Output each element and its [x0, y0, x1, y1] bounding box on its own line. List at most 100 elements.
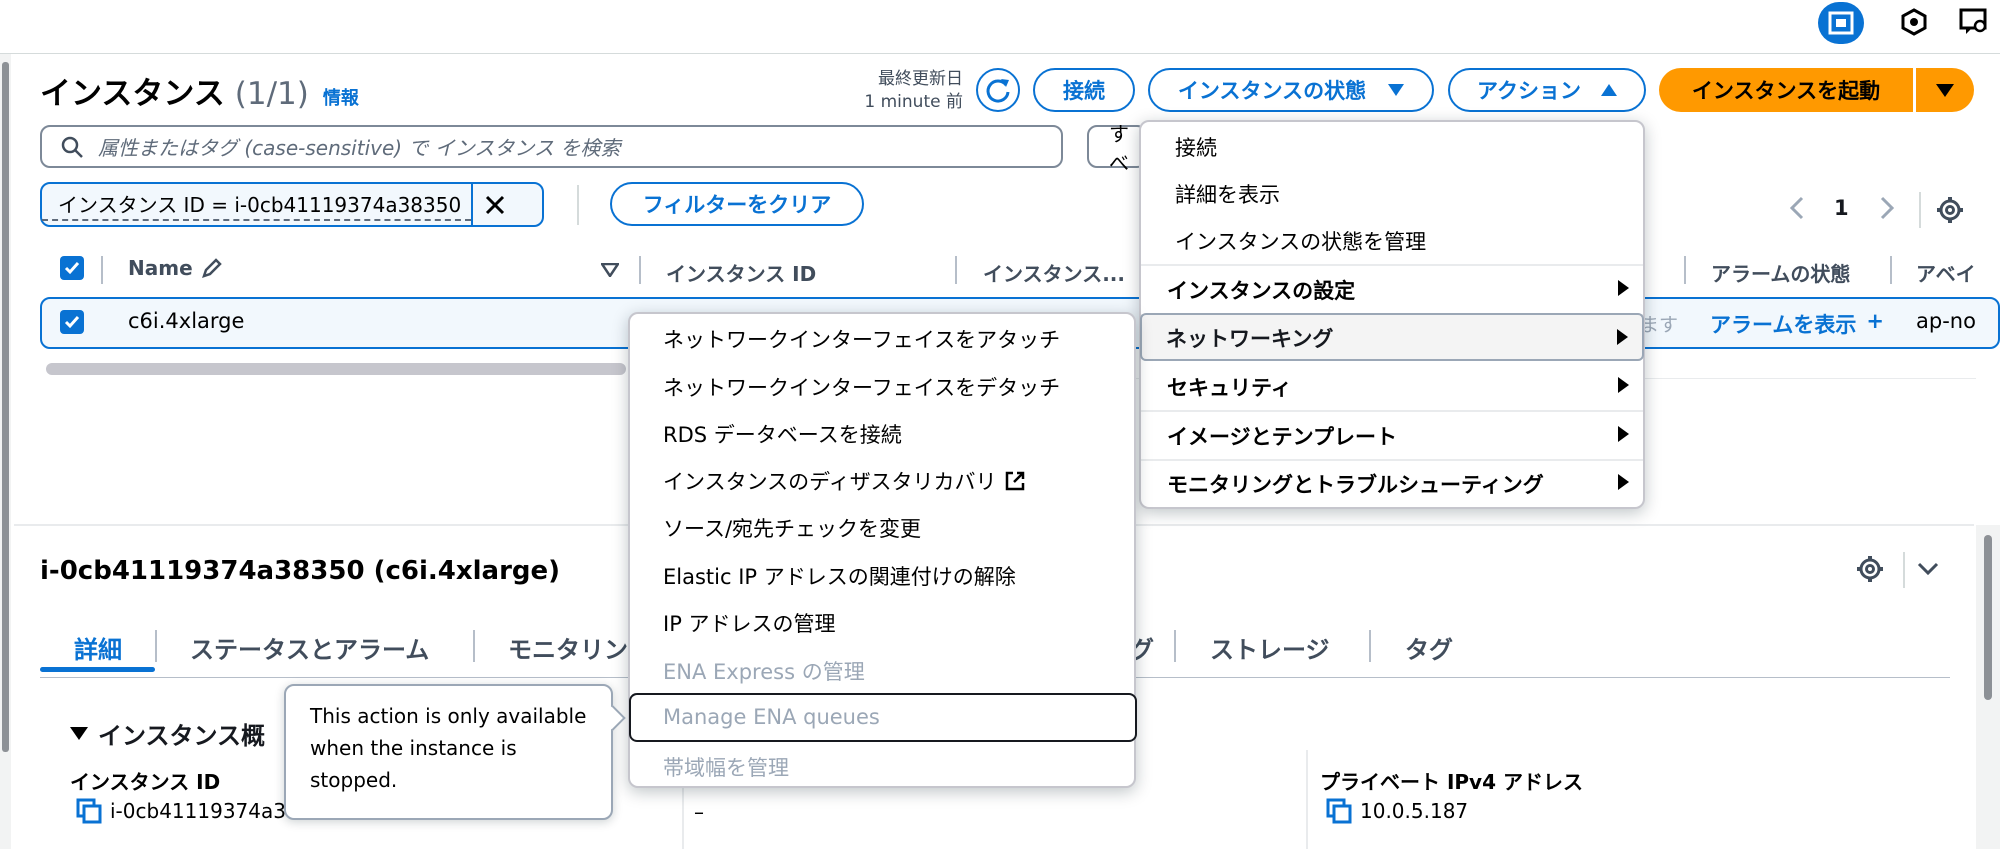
actions-menu: 接続 詳細を表示 インスタンスの状態を管理 インスタンスの設定 ネットワーキング… — [1139, 120, 1645, 509]
info-link[interactable]: 情報 — [323, 84, 359, 110]
last-updated-value: 1 minute 前 — [864, 92, 963, 112]
menu-item-label: インスタンスのディザスタリカバリ — [663, 470, 997, 494]
private-ip-value: 10.0.5.187 — [1326, 798, 1468, 824]
submenu-arrow-icon — [1618, 426, 1629, 442]
private-ip-text: 10.0.5.187 — [1360, 799, 1469, 823]
menu-item-connect-rds[interactable]: RDS データベースを接続 — [630, 419, 1134, 449]
tab-tags[interactable]: タグ — [1405, 630, 1453, 665]
empty-value-dash: – — [694, 800, 704, 824]
menu-item-manage-ip[interactable]: IP アドレスの管理 — [630, 608, 1134, 638]
instance-count: (1/1) — [234, 76, 309, 112]
instance-id-text: i-0cb41119374a3 — [110, 799, 286, 823]
actions-button[interactable]: アクション — [1448, 68, 1646, 112]
tab-details[interactable]: 詳細 — [74, 630, 122, 665]
instance-id-label: インスタンス ID — [70, 770, 221, 794]
caret-down-icon — [70, 726, 88, 740]
launch-instances-button[interactable]: インスタンスを起動 — [1659, 68, 1913, 112]
divider — [1919, 192, 1921, 228]
horizontal-scrollbar[interactable] — [46, 363, 626, 375]
menu-item-label: ネットワーキング — [1166, 327, 1334, 351]
menu-item-connect[interactable]: 接続 — [1141, 132, 1643, 162]
remove-filter-button[interactable] — [471, 184, 516, 225]
caret-down-icon — [1388, 84, 1405, 96]
menu-item-instance-settings[interactable]: インスタンスの設定 — [1141, 275, 1643, 305]
search-input[interactable]: 属性またはタグ (case-sensitive) で インスタンス を検索 — [40, 125, 1063, 168]
connect-button[interactable]: 接続 — [1033, 68, 1135, 112]
instance-state-button[interactable]: インスタンスの状態 — [1148, 68, 1434, 112]
check-icon — [64, 316, 80, 329]
menu-item-label: セキュリティ — [1167, 376, 1292, 400]
copy-icon[interactable] — [1326, 798, 1352, 824]
last-updated: 最終更新日 1 minute 前 — [820, 68, 963, 114]
prev-page-icon[interactable] — [1789, 196, 1804, 224]
column-name[interactable]: Name — [128, 256, 223, 280]
tooltip-text: This action is only available when the i… — [310, 704, 587, 792]
private-ip-label: プライベート IPv4 アドレス — [1320, 770, 1583, 794]
tab-separator — [1174, 630, 1176, 662]
search-icon — [61, 136, 83, 158]
tab-separator — [1369, 630, 1371, 662]
menu-item-disaster-recovery[interactable]: インスタンスのディザスタリカバリ — [630, 466, 1134, 496]
add-alarm-icon[interactable]: + — [1866, 309, 1884, 339]
menu-item-view-details[interactable]: 詳細を表示 — [1141, 179, 1643, 209]
column-instance-state[interactable]: インスタンス... — [983, 258, 1140, 287]
panel-settings-icon[interactable] — [1856, 555, 1884, 587]
caret-down-icon — [1936, 83, 1954, 97]
menu-item-attach-eni[interactable]: ネットワークインターフェイスをアタッチ — [630, 324, 1134, 354]
sort-icon[interactable] — [599, 262, 621, 281]
section-toggle[interactable]: インスタンス概 — [70, 716, 265, 751]
menu-item-detach-eni[interactable]: ネットワークインターフェイスをデタッチ — [630, 372, 1134, 402]
menu-item-manage-state[interactable]: インスタンスの状態を管理 — [1141, 226, 1643, 256]
feedback-icon[interactable] — [1958, 6, 1990, 38]
row-checkbox[interactable] — [60, 310, 84, 334]
tab-monitoring[interactable]: モニタリン — [508, 630, 628, 665]
left-scrollbar[interactable] — [0, 54, 11, 849]
column-az[interactable]: アベイ — [1916, 258, 1976, 287]
clear-filters-button[interactable]: フィルターをクリア — [610, 182, 864, 226]
launch-dropdown-button[interactable] — [1916, 68, 1974, 112]
submenu-arrow-icon — [1618, 280, 1629, 296]
filter-chip-label: インスタンス ID = i-0cb41119374a38350 — [42, 191, 472, 221]
menu-item-monitoring[interactable]: モニタリングとトラブルシューティング — [1141, 469, 1643, 499]
menu-item-manage-ena-queues: Manage ENA queues — [629, 693, 1137, 742]
settings-hex-icon[interactable] — [1900, 8, 1930, 38]
menu-item-networking[interactable]: ネットワーキング — [1140, 313, 1644, 361]
submenu-arrow-icon — [1618, 377, 1629, 393]
view-alarms-link[interactable]: アラームを表示 + — [1710, 309, 1884, 339]
disabled-reason-tooltip: This action is only available when the i… — [284, 684, 613, 820]
menu-item-security[interactable]: セキュリティ — [1141, 372, 1643, 402]
column-instance-id[interactable]: インスタンス ID — [666, 258, 816, 287]
right-scrollbar[interactable] — [1976, 525, 2000, 849]
copy-icon[interactable] — [76, 798, 102, 824]
networking-submenu: ネットワークインターフェイスをアタッチ ネットワークインターフェイスをデタッチ … — [628, 312, 1137, 788]
filter-dropdown[interactable]: すべ — [1087, 122, 1147, 175]
column-divider — [1306, 750, 1308, 849]
filter-chip[interactable]: インスタンス ID = i-0cb41119374a38350 — [40, 182, 544, 227]
menu-item-manage-bandwidth: 帯域幅を管理 — [663, 756, 789, 780]
tab-separator — [473, 630, 475, 662]
divider — [1903, 552, 1905, 588]
column-alarm-state[interactable]: アラームの状態 — [1711, 258, 1850, 287]
tab-status-alarms[interactable]: ステータスとアラーム — [190, 630, 429, 665]
column-separator — [101, 256, 103, 284]
menu-item-source-dest-check[interactable]: ソース/宛先チェックを変更 — [630, 513, 1134, 543]
next-page-icon[interactable] — [1880, 196, 1895, 224]
select-all-checkbox[interactable] — [60, 256, 84, 280]
menu-item-disassociate-eip[interactable]: Elastic IP アドレスの関連付けの解除 — [630, 561, 1134, 591]
external-link-icon — [1006, 471, 1025, 491]
collapse-panel-icon[interactable] — [1917, 561, 1939, 580]
page-number[interactable]: 1 — [1834, 196, 1849, 220]
table-settings-icon[interactable] — [1936, 196, 1964, 228]
row-name: c6i.4xlarge — [128, 309, 245, 333]
refresh-button[interactable] — [976, 68, 1020, 112]
submenu-arrow-icon — [1618, 474, 1629, 490]
cloudshell-icon[interactable] — [1818, 2, 1864, 44]
caret-up-icon — [1600, 84, 1617, 96]
menu-item-ena-express: ENA Express の管理 — [663, 660, 865, 684]
instance-id-value: i-0cb41119374a3 — [76, 798, 286, 824]
tab-storage[interactable]: ストレージ — [1210, 630, 1330, 665]
close-icon — [485, 195, 504, 214]
instance-state-label: インスタンスの状態 — [1177, 79, 1367, 103]
check-icon — [64, 262, 80, 275]
menu-item-images-templates[interactable]: イメージとテンプレート — [1141, 421, 1643, 451]
